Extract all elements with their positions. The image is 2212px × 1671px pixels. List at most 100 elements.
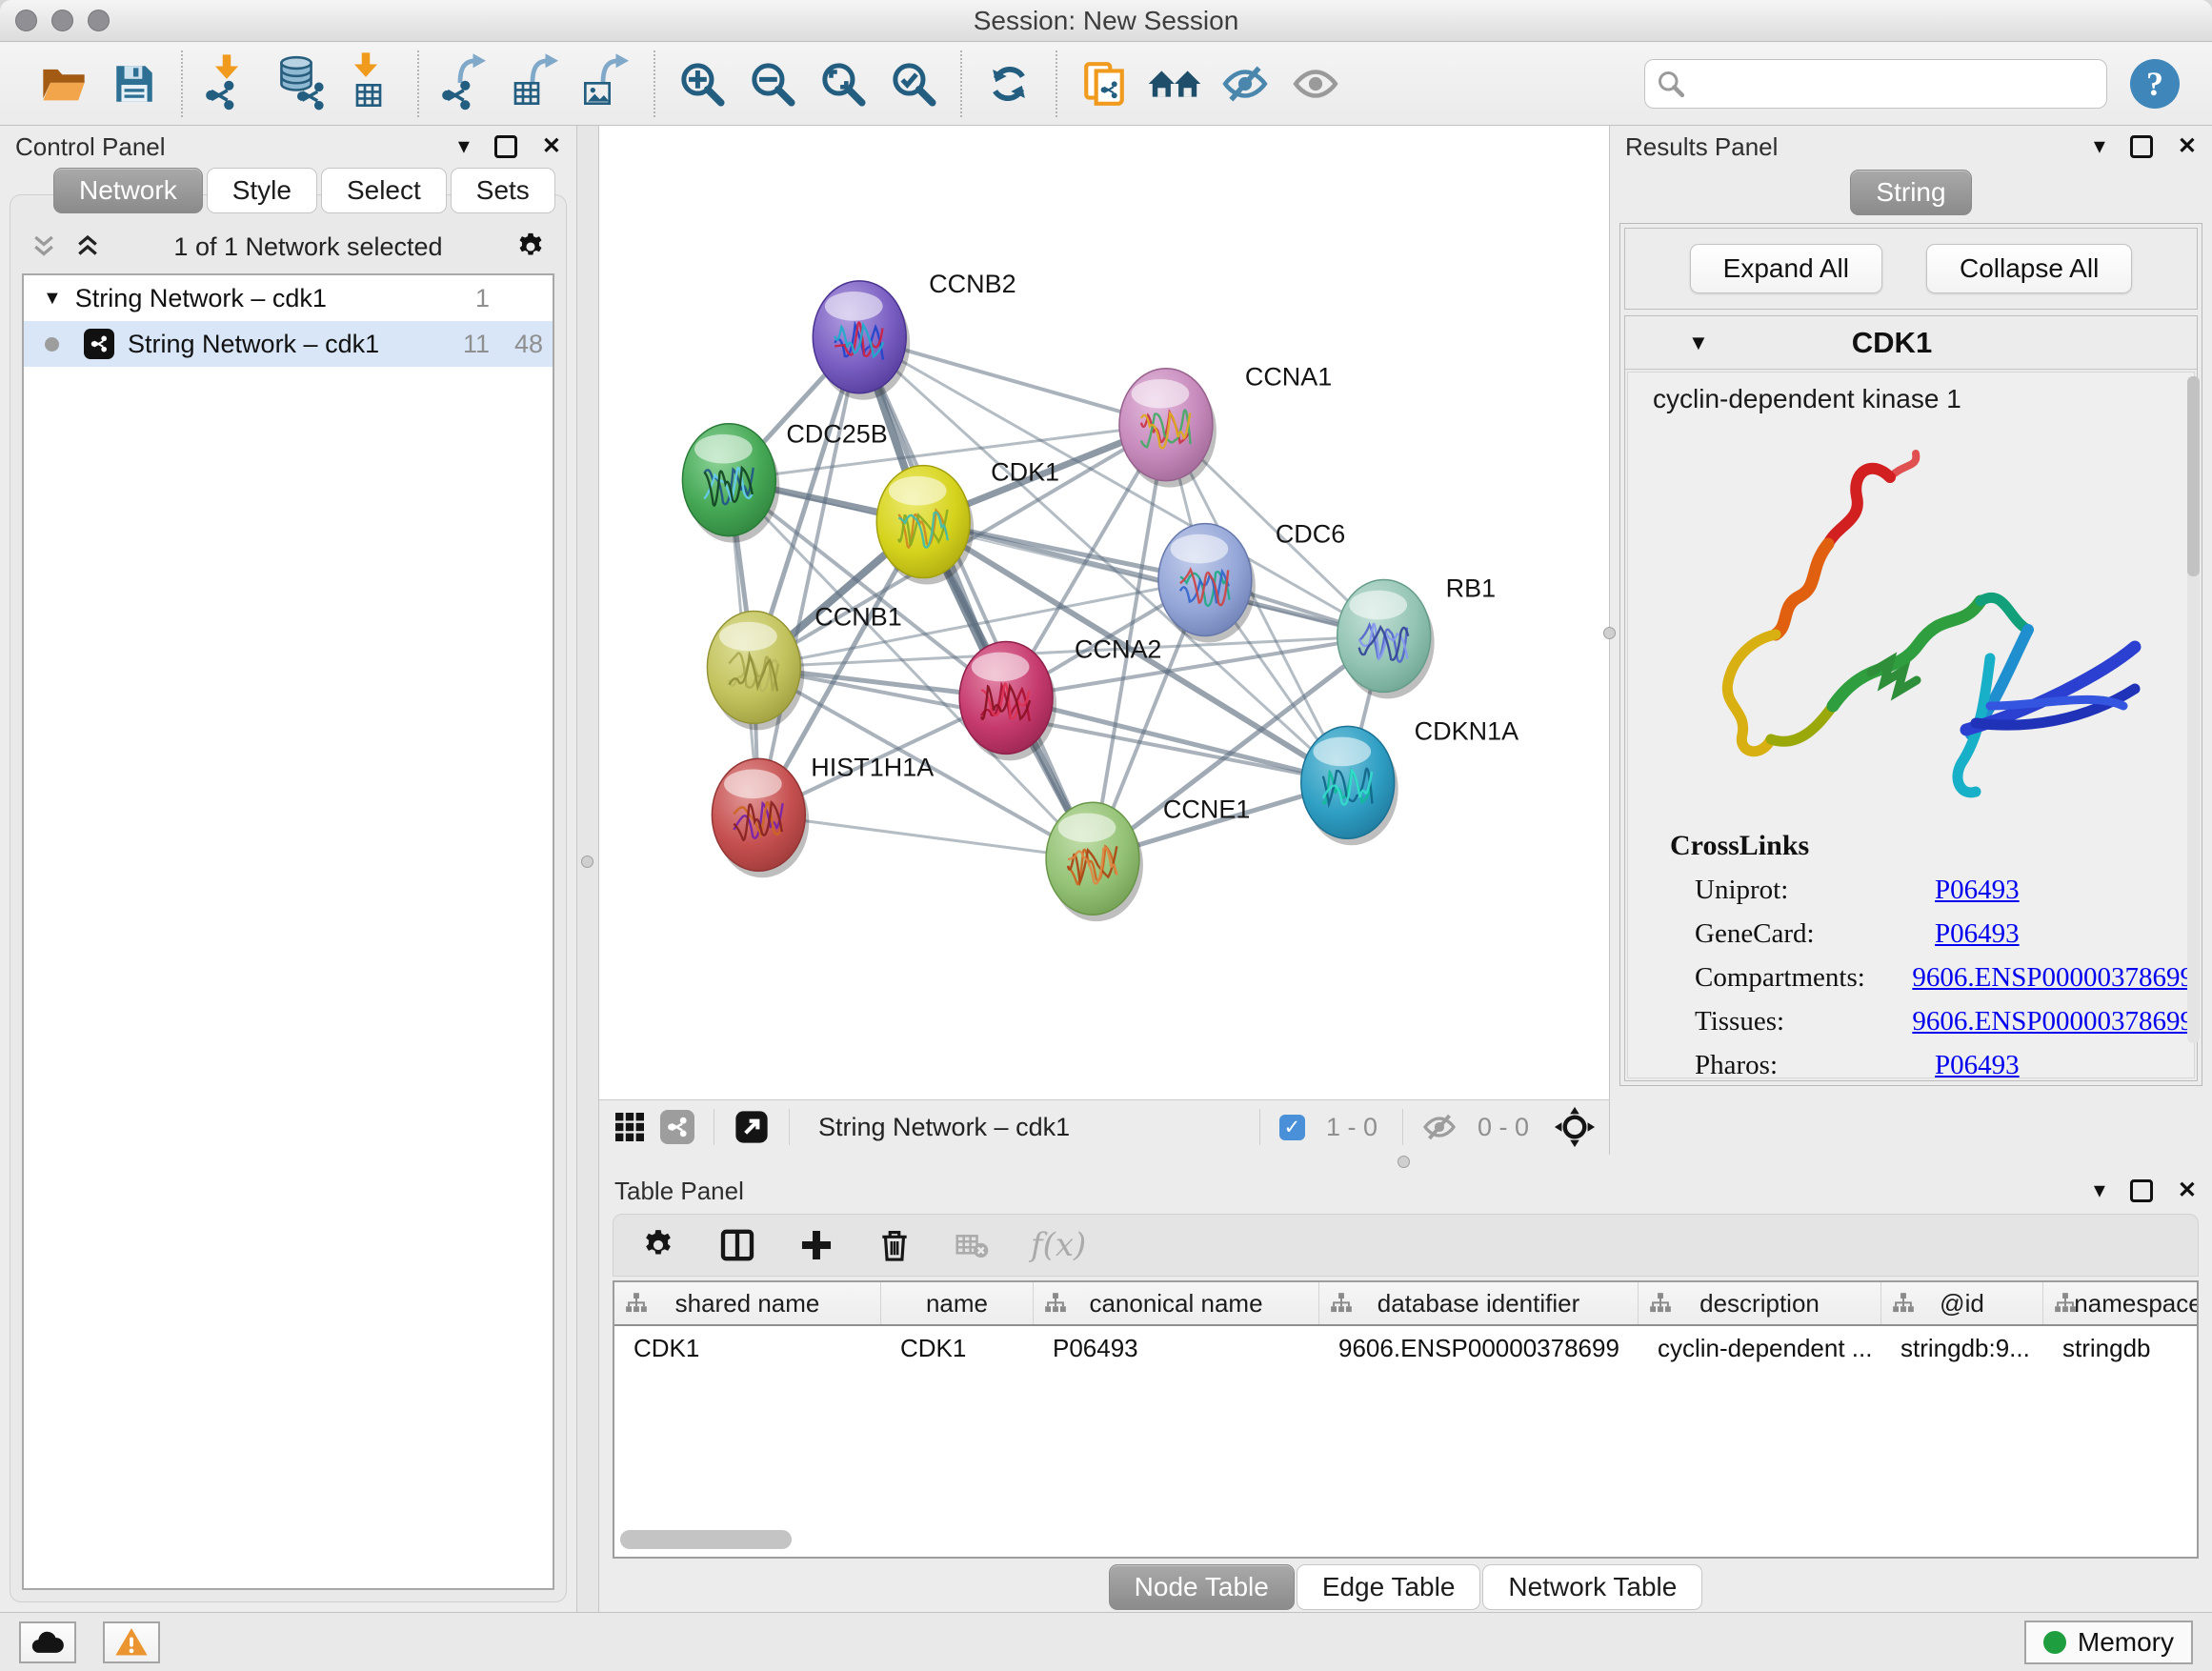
- expand-all-networks-icon[interactable]: [73, 232, 102, 261]
- table-panel-float-icon[interactable]: [2130, 1179, 2153, 1202]
- results-panel-close-icon[interactable]: ✕: [2178, 135, 2197, 158]
- results-panel-collapse-icon[interactable]: ▾: [2094, 135, 2105, 158]
- table-cell[interactable]: stringdb:9...: [1881, 1326, 2043, 1370]
- table-splitter[interactable]: [599, 1155, 2212, 1170]
- crosslink-link[interactable]: P06493: [1935, 875, 2020, 906]
- crosslink-link[interactable]: 9606.ENSP00000378699: [1912, 962, 2194, 994]
- collapse-all-button[interactable]: Collapse All: [1926, 244, 2132, 293]
- column-header-name[interactable]: name: [881, 1282, 1034, 1324]
- tab-network[interactable]: Network: [53, 168, 203, 213]
- tab-edge-table[interactable]: Edge Table: [1297, 1564, 1481, 1610]
- tab-select[interactable]: Select: [321, 168, 447, 213]
- table-options-gear-button[interactable]: [640, 1227, 676, 1263]
- birds-eye-view-button[interactable]: [613, 1110, 647, 1144]
- crosslink-link[interactable]: 9606.ENSP00000378699: [1912, 1006, 2194, 1037]
- table-cell[interactable]: stringdb: [2043, 1326, 2197, 1370]
- center-splitter-handle[interactable]: [1603, 627, 1616, 639]
- refresh-layout-button[interactable]: [974, 52, 1044, 115]
- selected-checkbox-icon[interactable]: ✓: [1279, 1115, 1305, 1140]
- memory-button[interactable]: Memory: [2024, 1621, 2193, 1664]
- collection-caret-icon[interactable]: ▼: [43, 288, 62, 310]
- clone-network-button[interactable]: [1069, 52, 1139, 115]
- node-CDC6[interactable]: CDC6: [1158, 520, 1345, 643]
- results-panel-float-icon[interactable]: [2130, 135, 2153, 158]
- left-splitter-handle[interactable]: [581, 856, 593, 868]
- left-splitter[interactable]: [577, 126, 599, 1612]
- zoom-fit-button[interactable]: [808, 52, 878, 115]
- hide-unselected-button[interactable]: [1210, 52, 1280, 115]
- search-field[interactable]: [1644, 59, 2107, 109]
- show-all-button[interactable]: [1280, 52, 1351, 115]
- network-options-gear-icon[interactable]: [514, 231, 547, 263]
- network-collection-row[interactable]: ▼ String Network – cdk1 1: [24, 275, 553, 321]
- crosslink-link[interactable]: P06493: [1935, 1050, 2020, 1078]
- column-header-description[interactable]: description: [1639, 1282, 1881, 1324]
- search-input[interactable]: [1685, 69, 2095, 98]
- collapse-all-networks-icon[interactable]: [30, 232, 58, 261]
- node-CCNB2[interactable]: CCNB2: [813, 270, 1016, 400]
- tab-style[interactable]: Style: [207, 168, 317, 213]
- control-panel-close-icon[interactable]: ✕: [542, 135, 561, 158]
- detach-view-button[interactable]: [734, 1109, 770, 1145]
- tab-network-table[interactable]: Network Table: [1482, 1564, 1702, 1610]
- help-button[interactable]: ?: [2130, 53, 2191, 114]
- table-cell[interactable]: 9606.ENSP00000378699: [1319, 1326, 1639, 1370]
- table-splitter-handle[interactable]: [1398, 1156, 1410, 1168]
- node-CDK1[interactable]: CDK1: [876, 458, 1059, 585]
- column-header-namespace[interactable]: namespace: [2043, 1282, 2197, 1324]
- table-panel-close-icon[interactable]: ✕: [2178, 1179, 2197, 1202]
- gene-caret-icon[interactable]: ▼: [1688, 331, 1709, 355]
- table-cell[interactable]: CDK1: [614, 1326, 881, 1370]
- table-cell[interactable]: P06493: [1034, 1326, 1319, 1370]
- tab-sets[interactable]: Sets: [451, 168, 555, 213]
- tab-node-table[interactable]: Node Table: [1109, 1564, 1295, 1610]
- node-label-HIST1H1A: HIST1H1A: [811, 753, 934, 781]
- edge-ccnb2-hist1h1a[interactable]: [758, 337, 859, 815]
- column-header-shared-name[interactable]: shared name: [614, 1282, 881, 1324]
- import-table-button[interactable]: [335, 52, 406, 115]
- node-CCNA1[interactable]: CCNA1: [1119, 363, 1332, 488]
- table-panel-collapse-icon[interactable]: ▾: [2094, 1179, 2105, 1202]
- warnings-button[interactable]: [103, 1621, 160, 1663]
- crosslink-link[interactable]: P06493: [1935, 918, 2020, 950]
- gene-entry-header[interactable]: ▼ CDK1: [1625, 316, 2197, 370]
- export-image-button[interactable]: [572, 52, 642, 115]
- node-HIST1H1A[interactable]: HIST1H1A: [712, 753, 934, 877]
- table-row[interactable]: CDK1CDK1P064939606.ENSP00000378699cyclin…: [614, 1326, 2197, 1370]
- zoom-selected-button[interactable]: [878, 52, 949, 115]
- network-label: String Network – cdk1: [128, 330, 436, 359]
- open-session-button[interactable]: [29, 52, 99, 115]
- delete-column-button[interactable]: [876, 1227, 913, 1263]
- node-CDKN1A[interactable]: CDKN1A: [1301, 716, 1518, 845]
- tab-string[interactable]: String: [1850, 170, 1971, 215]
- zoom-out-button[interactable]: [737, 52, 808, 115]
- network-canvas[interactable]: CCNB2CCNA1CDC25BCDK1CDC6RB1CCNB1CCNA2CDK…: [599, 126, 1609, 1100]
- function-builder-icon: f(x): [1031, 1226, 1086, 1264]
- expand-all-button[interactable]: Expand All: [1690, 244, 1882, 293]
- export-table-button[interactable]: [501, 52, 572, 115]
- cloud-status-button[interactable]: [19, 1621, 76, 1663]
- control-panel-collapse-icon[interactable]: ▾: [458, 135, 470, 158]
- import-network-from-database-button[interactable]: [265, 52, 335, 115]
- table-cell[interactable]: cyclin-dependent ...: [1639, 1326, 1881, 1370]
- control-panel-float-icon[interactable]: [494, 135, 517, 158]
- network-share-button[interactable]: [660, 1110, 694, 1144]
- string-home-button[interactable]: [1139, 52, 1210, 115]
- zoom-in-button[interactable]: [667, 52, 737, 115]
- create-column-button[interactable]: [798, 1227, 835, 1263]
- results-scrollbar[interactable]: [2187, 376, 2200, 1043]
- network-row[interactable]: String Network – cdk1 11 48: [24, 321, 553, 367]
- show-columns-button[interactable]: [718, 1226, 756, 1264]
- hidden-counts: 0 - 0: [1478, 1113, 1529, 1142]
- import-network-button[interactable]: [194, 52, 265, 115]
- table-horizontal-scrollbar[interactable]: [620, 1530, 1211, 1549]
- pan-crosshair-button[interactable]: [1554, 1106, 1596, 1148]
- column-header--id[interactable]: @id: [1881, 1282, 2043, 1324]
- table-cell[interactable]: CDK1: [881, 1326, 1034, 1370]
- export-network-button[interactable]: [431, 52, 501, 115]
- node-RB1[interactable]: RB1: [1337, 574, 1496, 699]
- save-session-button[interactable]: [99, 52, 170, 115]
- column-header-database-identifier[interactable]: database identifier: [1319, 1282, 1639, 1324]
- column-header-canonical-name[interactable]: canonical name: [1034, 1282, 1319, 1324]
- main-area: Control Panel ▾ ✕ NetworkStyleSelectSets…: [0, 126, 2212, 1612]
